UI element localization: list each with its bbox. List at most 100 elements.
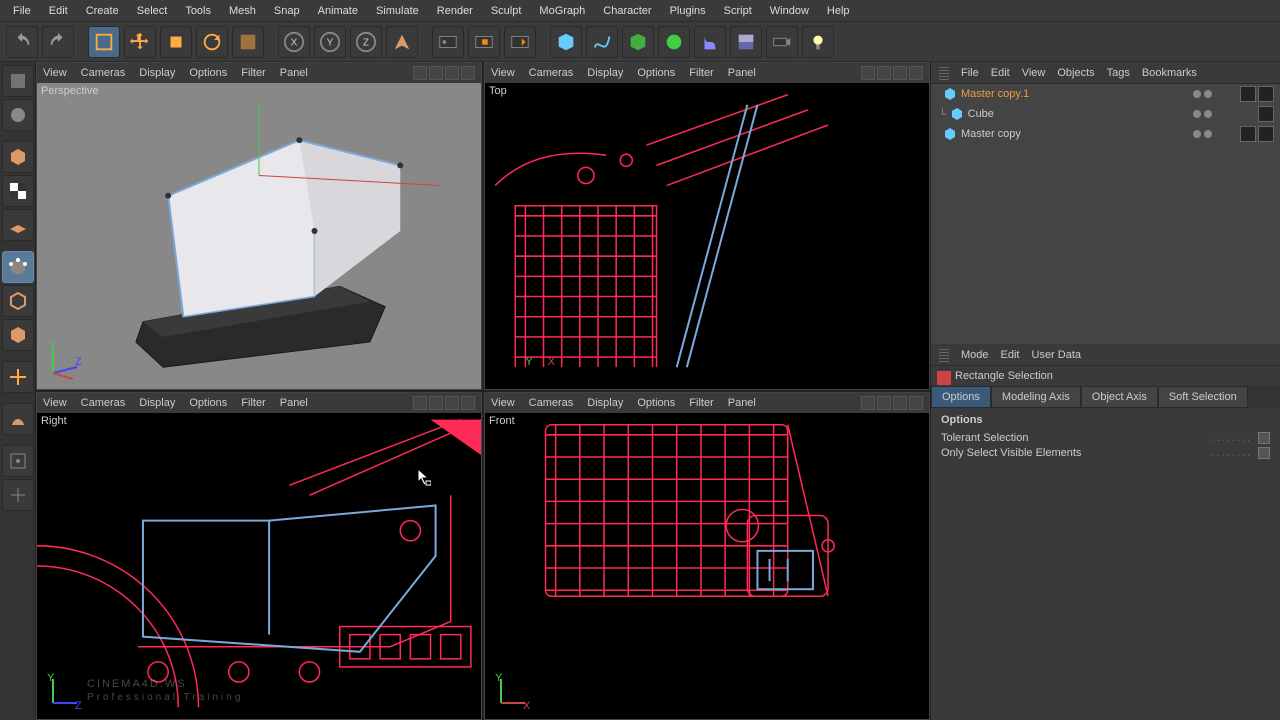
om-menu-bookmarks[interactable]: Bookmarks — [1142, 67, 1197, 79]
axis-mode-button[interactable] — [2, 361, 34, 393]
attr-tab[interactable]: Object Axis — [1081, 386, 1158, 408]
viewport-perspective[interactable]: View Cameras Display Options Filter Pane… — [36, 62, 482, 390]
model-mode-button[interactable] — [2, 99, 34, 131]
menu-file[interactable]: File — [4, 2, 40, 20]
viewport-top[interactable]: View Cameras Display Options Filter Pane… — [484, 62, 930, 390]
menu-character[interactable]: Character — [594, 2, 660, 20]
menu-simulate[interactable]: Simulate — [367, 2, 428, 20]
vp-menu-display[interactable]: Display — [139, 67, 175, 79]
vp-menu-cameras[interactable]: Cameras — [529, 67, 574, 79]
render-view-button[interactable] — [432, 26, 464, 58]
tag-icon[interactable] — [1258, 126, 1274, 142]
live-select-button[interactable] — [88, 26, 120, 58]
scale-tool-button[interactable] — [160, 26, 192, 58]
render-settings-button[interactable] — [504, 26, 536, 58]
checkbox[interactable] — [1258, 432, 1270, 444]
tag-icon[interactable] — [1258, 106, 1274, 122]
am-menu-mode[interactable]: Mode — [961, 349, 989, 361]
vp-nav-icon[interactable] — [877, 396, 891, 410]
am-menu-userdata[interactable]: User Data — [1032, 349, 1082, 361]
snap-settings-button[interactable] — [2, 479, 34, 511]
vp-nav-icon[interactable] — [861, 66, 875, 80]
menu-mesh[interactable]: Mesh — [220, 2, 265, 20]
vp-menu-cameras[interactable]: Cameras — [81, 67, 126, 79]
tag-icon[interactable] — [1258, 86, 1274, 102]
attr-tab[interactable]: Options — [931, 386, 991, 408]
render-region-button[interactable] — [468, 26, 500, 58]
vp-nav-icon[interactable] — [413, 396, 427, 410]
vp-nav-icon[interactable] — [909, 66, 923, 80]
point-mode-button[interactable] — [2, 251, 34, 283]
vp-nav-icon[interactable] — [909, 396, 923, 410]
object-row[interactable]: Master copy.1 — [931, 84, 1280, 104]
vp-nav-icon[interactable] — [413, 66, 427, 80]
menu-edit[interactable]: Edit — [40, 2, 77, 20]
texture-mode-button[interactable] — [2, 175, 34, 207]
vp-menu-view[interactable]: View — [491, 397, 515, 409]
add-camera-button[interactable] — [766, 26, 798, 58]
add-nurbs-button[interactable] — [622, 26, 654, 58]
menu-mograph[interactable]: MoGraph — [530, 2, 594, 20]
add-environment-button[interactable] — [730, 26, 762, 58]
attr-tab[interactable]: Soft Selection — [1158, 386, 1248, 408]
vp-menu-panel[interactable]: Panel — [728, 397, 756, 409]
object-row[interactable]: └ Cube — [931, 104, 1280, 124]
menu-snap[interactable]: Snap — [265, 2, 309, 20]
menu-plugins[interactable]: Plugins — [661, 2, 715, 20]
undo-button[interactable] — [6, 26, 38, 58]
vp-nav-icon[interactable] — [445, 66, 459, 80]
vp-menu-view[interactable]: View — [43, 397, 67, 409]
vp-nav-icon[interactable] — [461, 396, 475, 410]
om-menu-file[interactable]: File — [961, 67, 979, 79]
vp-menu-display[interactable]: Display — [587, 67, 623, 79]
menu-help[interactable]: Help — [818, 2, 859, 20]
vp-menu-panel[interactable]: Panel — [280, 397, 308, 409]
vp-nav-icon[interactable] — [893, 396, 907, 410]
checkbox[interactable] — [1258, 447, 1270, 459]
vp-menu-view[interactable]: View — [491, 67, 515, 79]
polygon-mode-button[interactable] — [2, 319, 34, 351]
vp-nav-icon[interactable] — [861, 396, 875, 410]
vp-menu-filter[interactable]: Filter — [689, 67, 713, 79]
menu-script[interactable]: Script — [715, 2, 761, 20]
edge-mode-button[interactable] — [2, 285, 34, 317]
vp-nav-icon[interactable] — [445, 396, 459, 410]
om-menu-edit[interactable]: Edit — [991, 67, 1010, 79]
vp-menu-cameras[interactable]: Cameras — [529, 397, 574, 409]
add-spline-button[interactable] — [586, 26, 618, 58]
om-menu-tags[interactable]: Tags — [1107, 67, 1130, 79]
vp-nav-icon[interactable] — [893, 66, 907, 80]
vp-nav-icon[interactable] — [429, 66, 443, 80]
menu-animate[interactable]: Animate — [309, 2, 367, 20]
add-generator-button[interactable] — [658, 26, 690, 58]
panel-grip-icon[interactable] — [939, 66, 949, 80]
snap-enable-button[interactable] — [2, 445, 34, 477]
menu-create[interactable]: Create — [77, 2, 128, 20]
vp-nav-icon[interactable] — [461, 66, 475, 80]
add-cube-button[interactable] — [550, 26, 582, 58]
vp-menu-panel[interactable]: Panel — [280, 67, 308, 79]
vp-menu-options[interactable]: Options — [637, 67, 675, 79]
object-manager[interactable]: Master copy.1 └ Cube Master copy — [931, 84, 1280, 344]
vp-menu-cameras[interactable]: Cameras — [81, 397, 126, 409]
tweak-mode-button[interactable] — [2, 403, 34, 435]
panel-grip-icon[interactable] — [939, 348, 949, 362]
object-row[interactable]: Master copy — [931, 124, 1280, 144]
menu-window[interactable]: Window — [761, 2, 818, 20]
vp-menu-options[interactable]: Options — [189, 397, 227, 409]
vp-menu-display[interactable]: Display — [587, 397, 623, 409]
om-menu-objects[interactable]: Objects — [1057, 67, 1094, 79]
object-mode-button[interactable] — [2, 141, 34, 173]
am-menu-edit[interactable]: Edit — [1001, 349, 1020, 361]
y-axis-button[interactable]: Y — [314, 26, 346, 58]
menu-select[interactable]: Select — [128, 2, 177, 20]
vp-menu-options[interactable]: Options — [637, 397, 675, 409]
z-axis-button[interactable]: Z — [350, 26, 382, 58]
tag-icon[interactable] — [1240, 126, 1256, 142]
add-deformer-button[interactable] — [694, 26, 726, 58]
tag-icon[interactable] — [1240, 86, 1256, 102]
vp-nav-icon[interactable] — [429, 396, 443, 410]
vp-nav-icon[interactable] — [877, 66, 891, 80]
coord-system-button[interactable] — [386, 26, 418, 58]
viewport-front[interactable]: View Cameras Display Options Filter Pane… — [484, 392, 930, 720]
